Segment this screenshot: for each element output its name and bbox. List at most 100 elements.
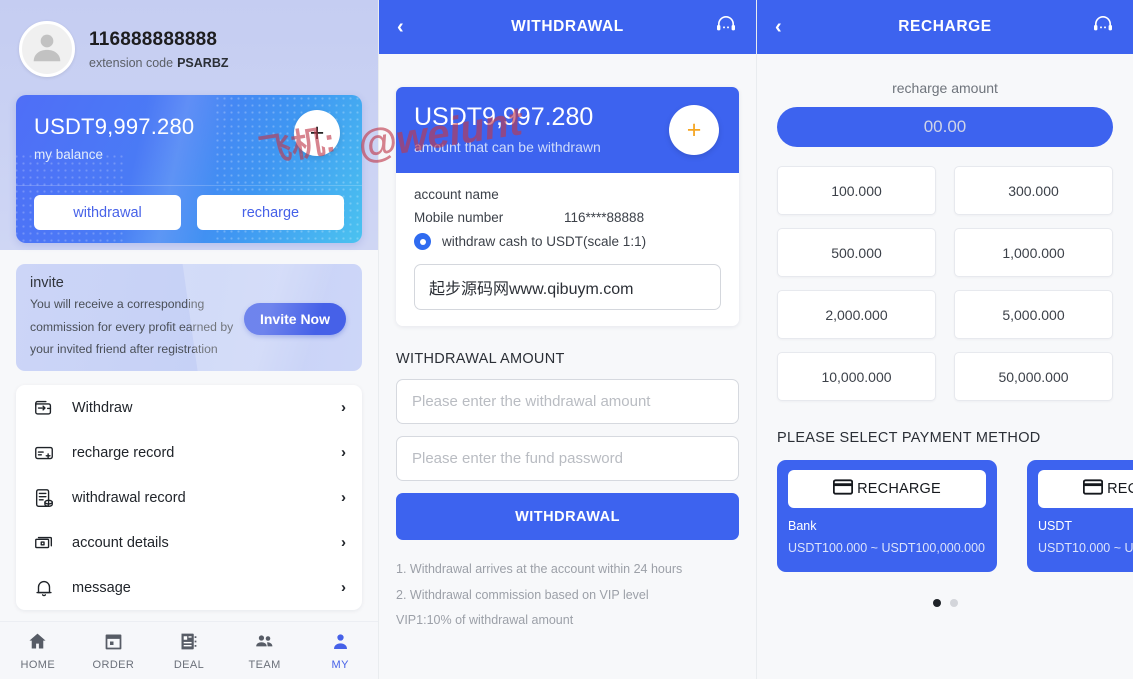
withdrawal-body: USDT9,997.280 amount that can be withdra…	[379, 87, 756, 634]
menu-item-label: withdrawal record	[72, 489, 186, 506]
page-title: WITHDRAWAL	[511, 18, 624, 35]
profile-header-area: 116888888888 extension code PSARBZ USDT9,…	[0, 0, 378, 250]
tab-order[interactable]: ORDER	[76, 631, 152, 671]
home-icon	[27, 631, 48, 655]
preset-amount-button[interactable]: 10,000.000	[777, 352, 936, 401]
menu-item-label: account details	[72, 534, 169, 551]
banknotes-icon	[32, 531, 56, 555]
tab-my[interactable]: MY	[302, 631, 378, 671]
recharge-panel: ‹ RECHARGE recharge amount 00.00 100.000…	[756, 0, 1133, 679]
tab-label: DEAL	[173, 658, 205, 671]
withdrawal-submit-button[interactable]: WITHDRAWAL	[396, 493, 739, 540]
payment-method-card-usdt[interactable]: RECHARGE USDT USDT10.000 ~ USDT100,000.0…	[1027, 460, 1133, 572]
mobile-number-value: 116****88888	[564, 210, 645, 225]
menu-item-recharge-record[interactable]: recharge record ›	[32, 430, 346, 475]
radio-selected-icon	[414, 233, 431, 250]
balance-amount: USDT9,997.280	[34, 114, 195, 139]
plus-icon[interactable]: +	[669, 105, 719, 155]
recharge-preset-grid: 100.000 300.000 500.000 1,000.000 2,000.…	[777, 166, 1113, 401]
usdt-address-value: 起步源码网www.qibuym.com	[429, 281, 634, 298]
headset-support-icon[interactable]	[714, 13, 738, 42]
avatar[interactable]	[19, 21, 75, 77]
withdraw-to-usdt-radio[interactable]: withdraw cash to USDT(scale 1:1)	[414, 233, 721, 250]
balance-divider	[16, 185, 362, 186]
carousel-dot[interactable]	[949, 599, 958, 607]
menu-item-label: recharge record	[72, 444, 175, 461]
recharge-header: ‹ RECHARGE	[757, 0, 1133, 54]
withdrawal-note: 1. Withdrawal arrives at the account wit…	[396, 562, 683, 576]
page-title: RECHARGE	[898, 18, 992, 35]
withdrawal-button[interactable]: withdrawal	[34, 195, 181, 230]
plus-icon[interactable]: +	[294, 110, 340, 156]
payment-method-name: Bank	[788, 519, 817, 533]
carousel-dot-active[interactable]	[932, 599, 941, 607]
tab-team[interactable]: TEAM	[227, 631, 303, 671]
mobile-number-row: Mobile number 116****88888	[414, 210, 721, 225]
calendar-icon	[103, 631, 124, 655]
profile-summary: 116888888888 extension code PSARBZ	[16, 12, 362, 86]
withdrawal-notes: 1. Withdrawal arrives at the account wit…	[396, 557, 739, 634]
balance-actions: withdrawal recharge	[34, 195, 344, 230]
account-menu: Withdraw › recharge record › withdrawal …	[16, 385, 362, 610]
credit-card-icon	[1083, 479, 1104, 499]
fund-password-placeholder: Please enter the fund password	[412, 450, 623, 467]
preset-amount-button[interactable]: 300.000	[954, 166, 1113, 215]
extension-code-row: extension code PSARBZ	[89, 56, 229, 70]
withdrawal-note: VIP1:10% of withdrawal amount	[396, 613, 574, 628]
mobile-number-label: Mobile number	[414, 210, 504, 225]
invite-title: invite	[30, 275, 64, 291]
withdrawal-panel: ‹ WITHDRAWAL USDT9,997.280 amount that c…	[378, 0, 756, 679]
account-name-row: account name	[414, 187, 721, 202]
preset-amount-button[interactable]: 500.000	[777, 228, 936, 277]
withdrawal-note: 2. Withdrawal commission based on VIP le…	[396, 587, 649, 602]
bell-icon	[32, 576, 56, 600]
tab-deal[interactable]: DEAL	[151, 631, 227, 671]
preset-amount-button[interactable]: 5,000.000	[954, 290, 1113, 339]
tab-label: ORDER	[92, 658, 135, 671]
menu-item-account-details[interactable]: account details ›	[32, 520, 346, 565]
preset-amount-button[interactable]: 50,000.000	[954, 352, 1113, 401]
extension-code-value: PSARBZ	[177, 55, 229, 70]
screenshot-stage: 116888888888 extension code PSARBZ USDT9,…	[0, 0, 1133, 679]
carousel-indicator	[777, 599, 1113, 607]
headset-support-icon[interactable]	[1091, 13, 1115, 42]
menu-item-withdrawal-record[interactable]: withdrawal record ›	[32, 475, 346, 520]
withdrawal-card-details: account name Mobile number 116****88888 …	[396, 173, 739, 326]
invite-now-button[interactable]: Invite Now	[243, 303, 346, 335]
profile-panel: 116888888888 extension code PSARBZ USDT9,…	[0, 0, 378, 679]
chevron-right-icon: ›	[341, 399, 346, 416]
extension-code-label: extension code	[89, 55, 174, 70]
withdrawal-card-header: USDT9,997.280 amount that can be withdra…	[396, 87, 739, 173]
recharge-method-label: RECHARGE	[1107, 481, 1133, 497]
chevron-right-icon: ›	[341, 534, 346, 551]
withdrawal-amount-placeholder: Please enter the withdrawal amount	[412, 393, 651, 410]
recharge-amount-input[interactable]: 00.00	[777, 107, 1113, 147]
menu-item-withdraw[interactable]: Withdraw ›	[32, 385, 346, 430]
recharge-method-button[interactable]: RECHARGE	[1038, 470, 1133, 508]
recharge-method-label: RECHARGE	[857, 481, 941, 497]
recharge-button[interactable]: recharge	[197, 195, 344, 230]
invite-description: You will receive a corresponding commiss…	[30, 297, 234, 357]
account-name-label: account name	[414, 187, 499, 202]
card-plus-icon	[32, 441, 56, 465]
tab-home[interactable]: HOME	[0, 631, 76, 671]
withdrawal-header: ‹ WITHDRAWAL	[379, 0, 756, 54]
fund-password-input[interactable]: Please enter the fund password	[396, 436, 739, 481]
wallet-icon	[32, 396, 56, 420]
menu-item-message[interactable]: message ›	[32, 565, 346, 610]
people-icon	[254, 631, 275, 655]
preset-amount-button[interactable]: 100.000	[777, 166, 936, 215]
recharge-method-button[interactable]: RECHARGE	[788, 470, 986, 508]
recharge-body: recharge amount 00.00 100.000 300.000 50…	[757, 80, 1133, 607]
withdrawal-amount-input[interactable]: Please enter the withdrawal amount	[396, 379, 739, 424]
preset-amount-button[interactable]: 1,000.000	[954, 228, 1113, 277]
usdt-address-field[interactable]: 起步源码网www.qibuym.com	[414, 264, 721, 310]
contact-book-icon	[178, 631, 199, 655]
recharge-amount-label: recharge amount	[892, 80, 998, 96]
preset-amount-button[interactable]: 2,000.000	[777, 290, 936, 339]
payment-method-carousel[interactable]: RECHARGE Bank USDT100.000 ~ USDT100,000.…	[777, 460, 1133, 572]
balance-label: my balance	[34, 147, 104, 162]
payment-method-card-bank[interactable]: RECHARGE Bank USDT100.000 ~ USDT100,000.…	[777, 460, 997, 572]
chevron-right-icon: ›	[341, 444, 346, 461]
balance-card: USDT9,997.280 my balance + withdrawal re…	[16, 95, 362, 243]
